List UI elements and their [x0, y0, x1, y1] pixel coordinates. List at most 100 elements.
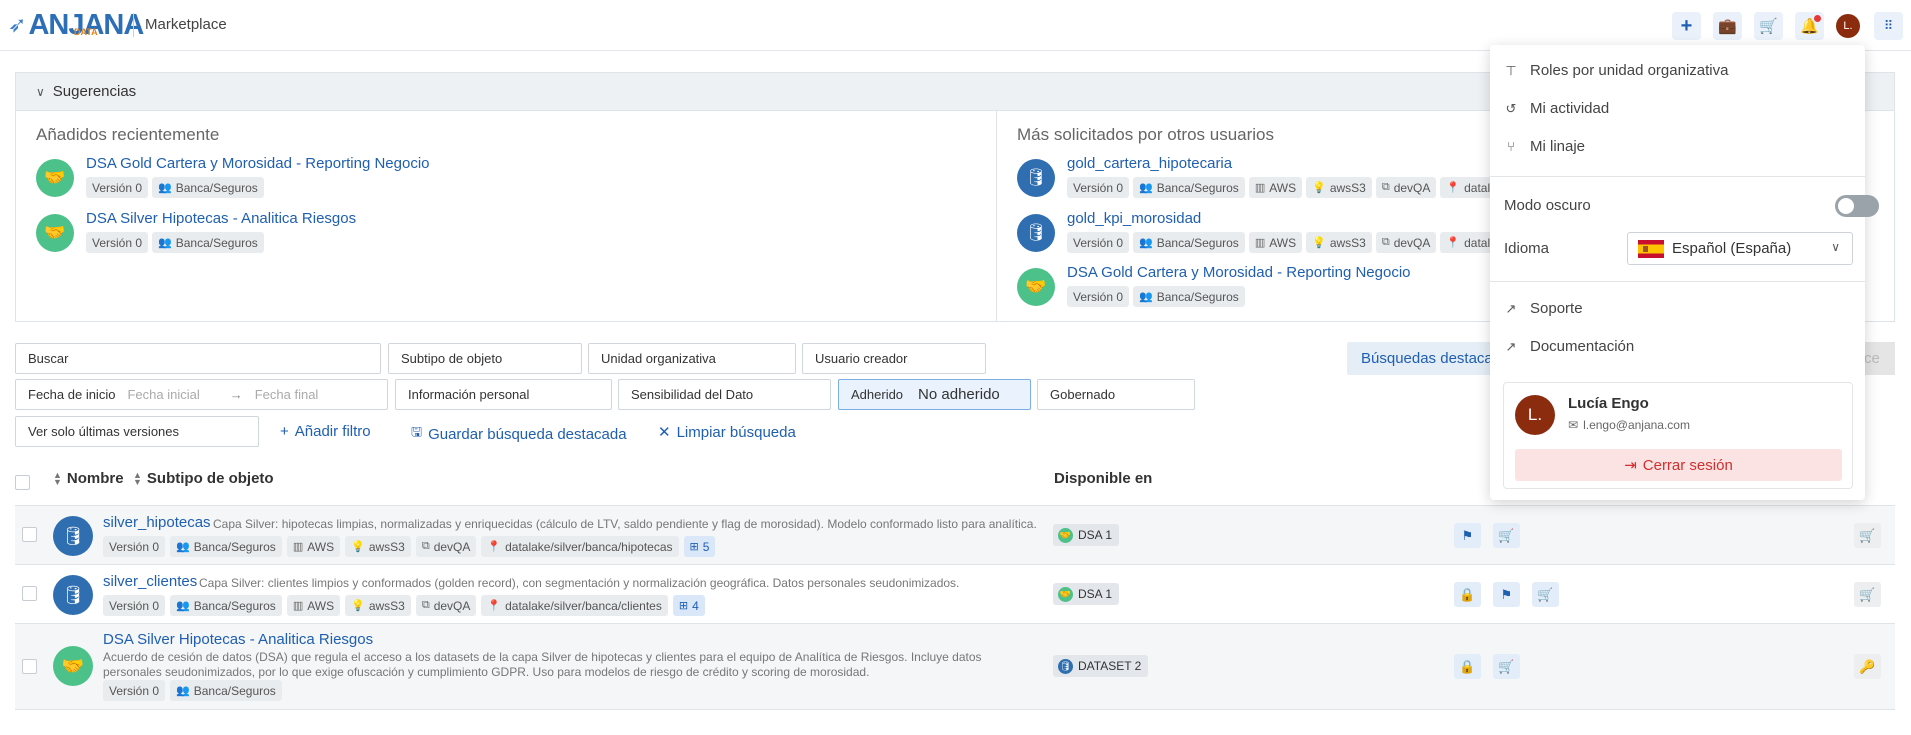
org-tag: 👥 Banca/Seguros	[1133, 232, 1245, 253]
cart-disabled-button[interactable]: 🛒	[1854, 523, 1881, 548]
subtype-filter[interactable]: Subtipo de objeto	[388, 343, 582, 374]
user-avatar: L.	[1515, 395, 1555, 435]
org-tag: 👥 Banca/Seguros	[170, 680, 282, 701]
building-icon: ▥	[1254, 237, 1266, 249]
popular-item-title[interactable]: gold_kpi_morosidad	[1067, 210, 1201, 227]
technology-tag: 💡 awsS3	[345, 536, 411, 557]
environment-tag: ⧉ devQA	[1375, 232, 1437, 253]
menu-item-docs[interactable]: ↗ Documentación	[1504, 338, 1635, 355]
row-name[interactable]: DSA Silver Hipotecas - Analitica Riesgos	[103, 631, 373, 648]
end-date-input[interactable]: Fecha final	[255, 387, 319, 402]
org-unit-filter[interactable]: Unidad organizativa	[588, 343, 796, 374]
building-icon: ▥	[1254, 182, 1266, 194]
personal-info-filter[interactable]: Información personal	[395, 379, 612, 410]
pin-icon: 📍	[1446, 237, 1461, 249]
cart-disabled-button[interactable]: 🛒	[1854, 582, 1881, 607]
dark-mode-toggle[interactable]	[1835, 195, 1879, 217]
language-select[interactable]: Español (España) ∨	[1627, 232, 1853, 265]
cart-button[interactable]: 🛒	[1754, 12, 1783, 40]
envelope-icon: ✉	[1568, 418, 1579, 432]
database-icon: 🛢	[1017, 159, 1055, 197]
technology-tag: 💡 awsS3	[1306, 232, 1372, 253]
marketplace-action-button[interactable]: ce	[1860, 342, 1895, 375]
row-name[interactable]: silver_hipotecas	[103, 514, 211, 531]
chevron-down-icon: ∨	[36, 84, 45, 99]
network-icon: ⧉	[1381, 236, 1390, 248]
bulb-icon: 💡	[351, 541, 365, 553]
menu-item-activity[interactable]: ↺ Mi actividad	[1504, 100, 1610, 117]
available-badge[interactable]: 🤝 DSA 1	[1053, 583, 1120, 605]
table-row[interactable]: 🛢 silver_clientes Capa Silver: clientes …	[15, 565, 1895, 623]
select-all-checkbox[interactable]	[15, 475, 30, 490]
adhered-filter[interactable]: Adherido No adherido	[838, 379, 1031, 410]
sensitivity-filter[interactable]: Sensibilidad del Dato	[618, 379, 831, 410]
key-disabled-button[interactable]: 🔑	[1854, 654, 1881, 679]
flag-button[interactable]: ⚑	[1493, 582, 1520, 607]
row-name[interactable]: silver_clientes	[103, 573, 197, 590]
governed-filter[interactable]: Gobernado	[1037, 379, 1195, 410]
row-checkbox[interactable]	[22, 586, 37, 601]
spain-flag-icon	[1638, 239, 1664, 258]
building-icon: ▥	[292, 541, 304, 553]
column-header-subtype[interactable]: ▲ ▼ Subtipo de objeto	[133, 470, 274, 487]
menu-item-support[interactable]: ↗ Soporte	[1504, 300, 1583, 317]
column-header-name[interactable]: ▲ ▼ Nombre	[53, 470, 124, 487]
save-search-button[interactable]: 🖫 Guardar búsqueda destacada	[411, 423, 627, 445]
cart-icon: 🛒	[1859, 527, 1876, 543]
provider-tag: ▥ AWS	[286, 595, 341, 616]
external-link-icon: ↗	[1505, 338, 1517, 354]
creator-filter[interactable]: Usuario creador	[802, 343, 986, 374]
apps-button[interactable]: ⠿	[1874, 12, 1903, 40]
environment-tag: ⧉ devQA	[415, 536, 477, 557]
menu-item-roles[interactable]: ⊤ Roles por unidad organizativa	[1504, 62, 1728, 79]
featured-searches-button[interactable]: Búsquedas destaca	[1347, 342, 1497, 375]
dark-mode-label: Modo oscuro	[1504, 197, 1591, 214]
start-date-input[interactable]: Fecha inicial	[127, 387, 199, 402]
menu-divider	[1490, 176, 1865, 177]
row-description: Capa Silver: clientes limpios y conforma…	[199, 576, 960, 590]
date-range-filter[interactable]: Fecha de inicio Fecha inicial → Fecha fi…	[15, 379, 388, 410]
arrow-right-icon: →	[229, 387, 243, 402]
popular-heading: Más solicitados por otros usuarios	[1017, 125, 1275, 144]
row-checkbox[interactable]	[22, 527, 37, 542]
flag-button[interactable]: ⚑	[1454, 523, 1481, 548]
version-tag: Versión 0	[103, 536, 166, 557]
flag-icon: ⚑	[1461, 527, 1474, 543]
governed-label: Gobernado	[1050, 387, 1116, 402]
search-input[interactable]: Buscar	[15, 343, 381, 374]
popular-item-title[interactable]: DSA Gold Cartera y Morosidad - Reporting…	[1067, 264, 1411, 281]
recent-item-title[interactable]: DSA Gold Cartera y Morosidad - Reporting…	[86, 155, 430, 172]
available-badge[interactable]: 🛢 DATASET 2	[1053, 655, 1149, 677]
subtype-label: Subtipo de objeto	[401, 351, 503, 366]
popular-item-title[interactable]: gold_cartera_hipotecaria	[1067, 155, 1232, 172]
save-icon: 🖫	[411, 424, 423, 439]
top-bar: ➶ ANJANA DATA Marketplace + 💼 🛒 🔔 L. ⠿	[0, 0, 1911, 51]
add-to-cart-button[interactable]: 🛒	[1493, 654, 1520, 679]
latest-versions-filter[interactable]: Ver solo últimas versiones	[15, 416, 259, 447]
clear-search-button[interactable]: ✕ Limpiar búsqueda	[658, 423, 796, 442]
add-to-cart-button[interactable]: 🛒	[1493, 523, 1520, 548]
table-row[interactable]: 🤝 DSA Silver Hipotecas - Analitica Riesg…	[15, 624, 1895, 709]
logout-button[interactable]: ⇥ Cerrar sesión	[1515, 449, 1842, 481]
row-divider	[15, 709, 1895, 710]
user-email: ✉ l.engo@anjana.com	[1568, 418, 1690, 432]
recent-item-title[interactable]: DSA Silver Hipotecas - Analitica Riesgos	[86, 210, 356, 227]
user-avatar-button[interactable]: L.	[1836, 14, 1860, 38]
table-row[interactable]: 🛢 silver_hipotecas Capa Silver: hipoteca…	[15, 506, 1895, 564]
user-menu: ⊤ Roles por unidad organizativa ↺ Mi activ…	[1490, 45, 1879, 500]
org-tag: 👥 Banca/Seguros	[170, 595, 282, 616]
briefcase-button[interactable]: 💼	[1713, 12, 1742, 40]
add-filter-button[interactable]: + Añadir filtro	[280, 423, 371, 440]
row-checkbox[interactable]	[22, 659, 37, 674]
add-to-cart-button[interactable]: 🛒	[1532, 582, 1559, 607]
users-icon: 👥	[176, 600, 190, 612]
logo-subtext: DATA	[74, 27, 98, 37]
lock-button[interactable]: 🔒	[1454, 654, 1481, 679]
lock-button[interactable]: 🔒	[1454, 582, 1481, 607]
latest-versions-label: Ver solo últimas versiones	[28, 424, 180, 439]
logo[interactable]: ➶ ANJANA	[8, 6, 144, 44]
available-badge[interactable]: 🤝 DSA 1	[1053, 524, 1120, 546]
add-button[interactable]: +	[1672, 12, 1701, 40]
sign-out-icon: ⇥	[1624, 457, 1637, 474]
menu-item-lineage[interactable]: ⑂ Mi linaje	[1504, 138, 1585, 155]
